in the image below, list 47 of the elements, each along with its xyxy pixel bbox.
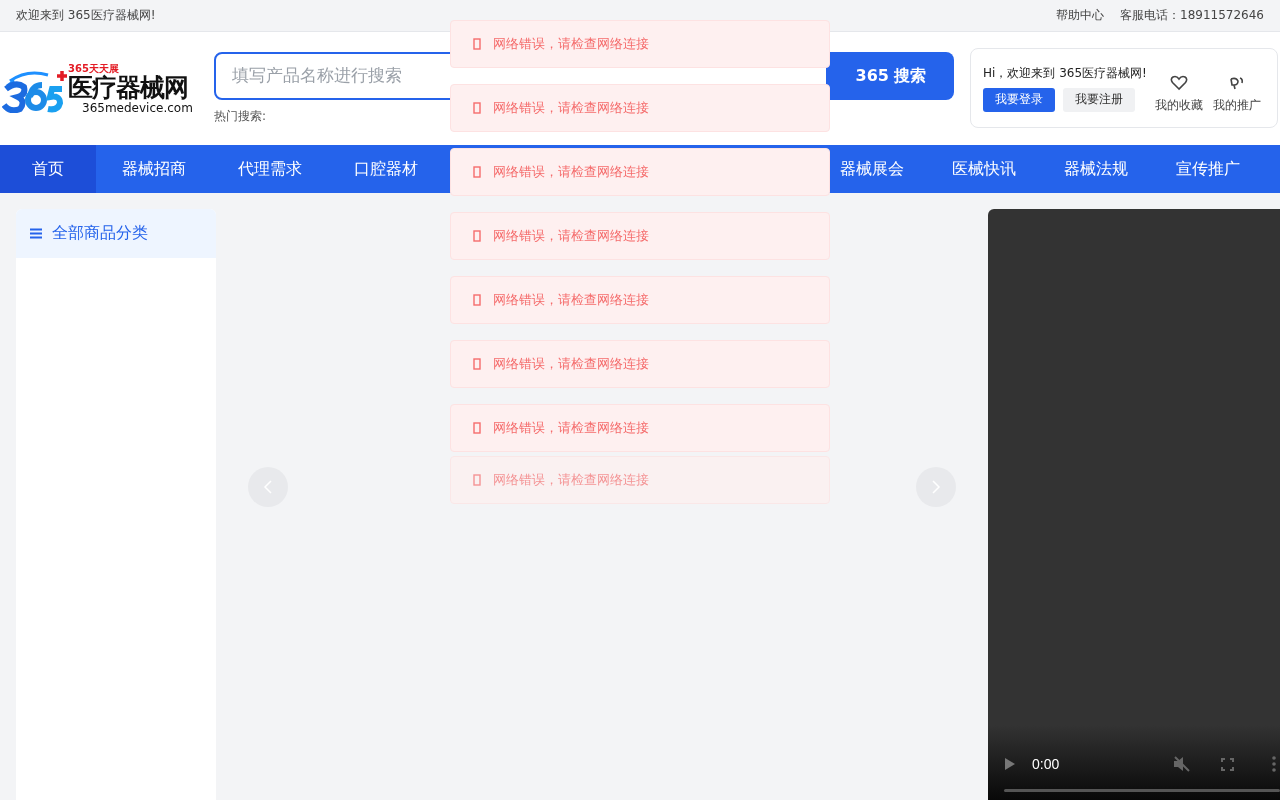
missing-glyph-icon: [473, 358, 481, 370]
nav-tab[interactable]: 医械快讯: [928, 145, 1040, 193]
error-toast: 网络错误，请检查网络连接: [450, 404, 830, 452]
greeting-text: Hi，欢迎来到 365医疗器械网!: [983, 64, 1147, 82]
video-time: 0:00: [1032, 756, 1060, 772]
progress-track[interactable]: [1004, 789, 1280, 792]
nav-tab[interactable]: 口腔器材: [328, 145, 444, 193]
missing-glyph-icon: [473, 230, 481, 242]
logo-name[interactable]: 医疗器械网: [68, 74, 193, 102]
shortcut-button[interactable]: 我的收藏: [1152, 74, 1205, 114]
error-toast: 网络错误，请检查网络连接: [450, 84, 830, 132]
missing-glyph-icon: [473, 102, 481, 114]
fullscreen-icon[interactable]: [1221, 757, 1234, 771]
muted-speaker-icon[interactable]: [1173, 756, 1191, 772]
missing-glyph-icon: [473, 422, 481, 434]
missing-glyph-icon: [473, 166, 481, 178]
top-link[interactable]: 客服电话：18911572646: [1120, 7, 1264, 24]
error-toast: 网络错误，请检查网络连接: [450, 276, 830, 324]
hot-search-label: 热门搜索:: [214, 108, 267, 125]
register-button[interactable]: 我要注册: [1063, 87, 1135, 112]
error-toast: 网络错误，请检查网络连接: [450, 20, 830, 68]
more-icon[interactable]: [1272, 756, 1276, 772]
video-player[interactable]: 0:00: [988, 209, 1280, 800]
logo-domain: 365medevice.com: [81, 102, 193, 115]
nav-tab[interactable]: 宣传推广: [1152, 145, 1264, 193]
category-header[interactable]: 全部商品分类: [16, 209, 216, 258]
welcome-text: 欢迎来到 365医疗器械网!: [16, 7, 156, 24]
error-toast: 网络错误，请检查网络连接: [450, 340, 830, 388]
heart-icon: [1169, 74, 1188, 91]
nav-tab[interactable]: 首页: [0, 145, 96, 193]
login-button[interactable]: 我要登录: [983, 87, 1055, 112]
top-link[interactable]: 帮助中心: [1056, 7, 1104, 24]
nav-tab[interactable]: 代理需求: [212, 145, 328, 193]
category-title: 全部商品分类: [52, 223, 148, 244]
error-toast: 网络错误，请检查网络连接: [450, 212, 830, 260]
nav-tab[interactable]: 器械招商: [96, 145, 212, 193]
menu-icon: [30, 228, 42, 239]
missing-glyph-icon: [473, 294, 481, 306]
error-toast: 网络错误，请检查网络连接: [450, 148, 830, 196]
error-toast: 网络错误，请检查网络连接: [450, 456, 830, 504]
nav-tab[interactable]: 器械法规: [1040, 145, 1152, 193]
logo-tagline: 365天天展: [68, 64, 120, 74]
play-icon[interactable]: [1004, 757, 1016, 771]
shortcut-button[interactable]: 我的推广: [1210, 74, 1263, 114]
missing-glyph-icon: [473, 474, 481, 486]
search-button[interactable]: 365 搜索: [828, 52, 954, 100]
missing-glyph-icon: [473, 38, 481, 50]
